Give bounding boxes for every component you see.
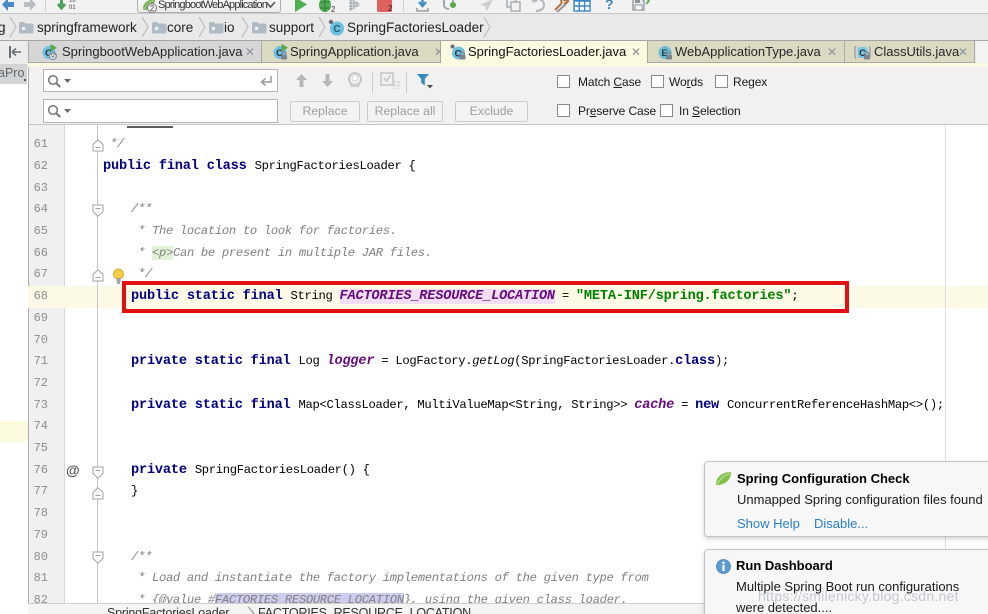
svg-text:2: 2 [331, 5, 335, 13]
svg-text:C: C [333, 24, 340, 35]
svg-text:2: 2 [150, 4, 155, 13]
